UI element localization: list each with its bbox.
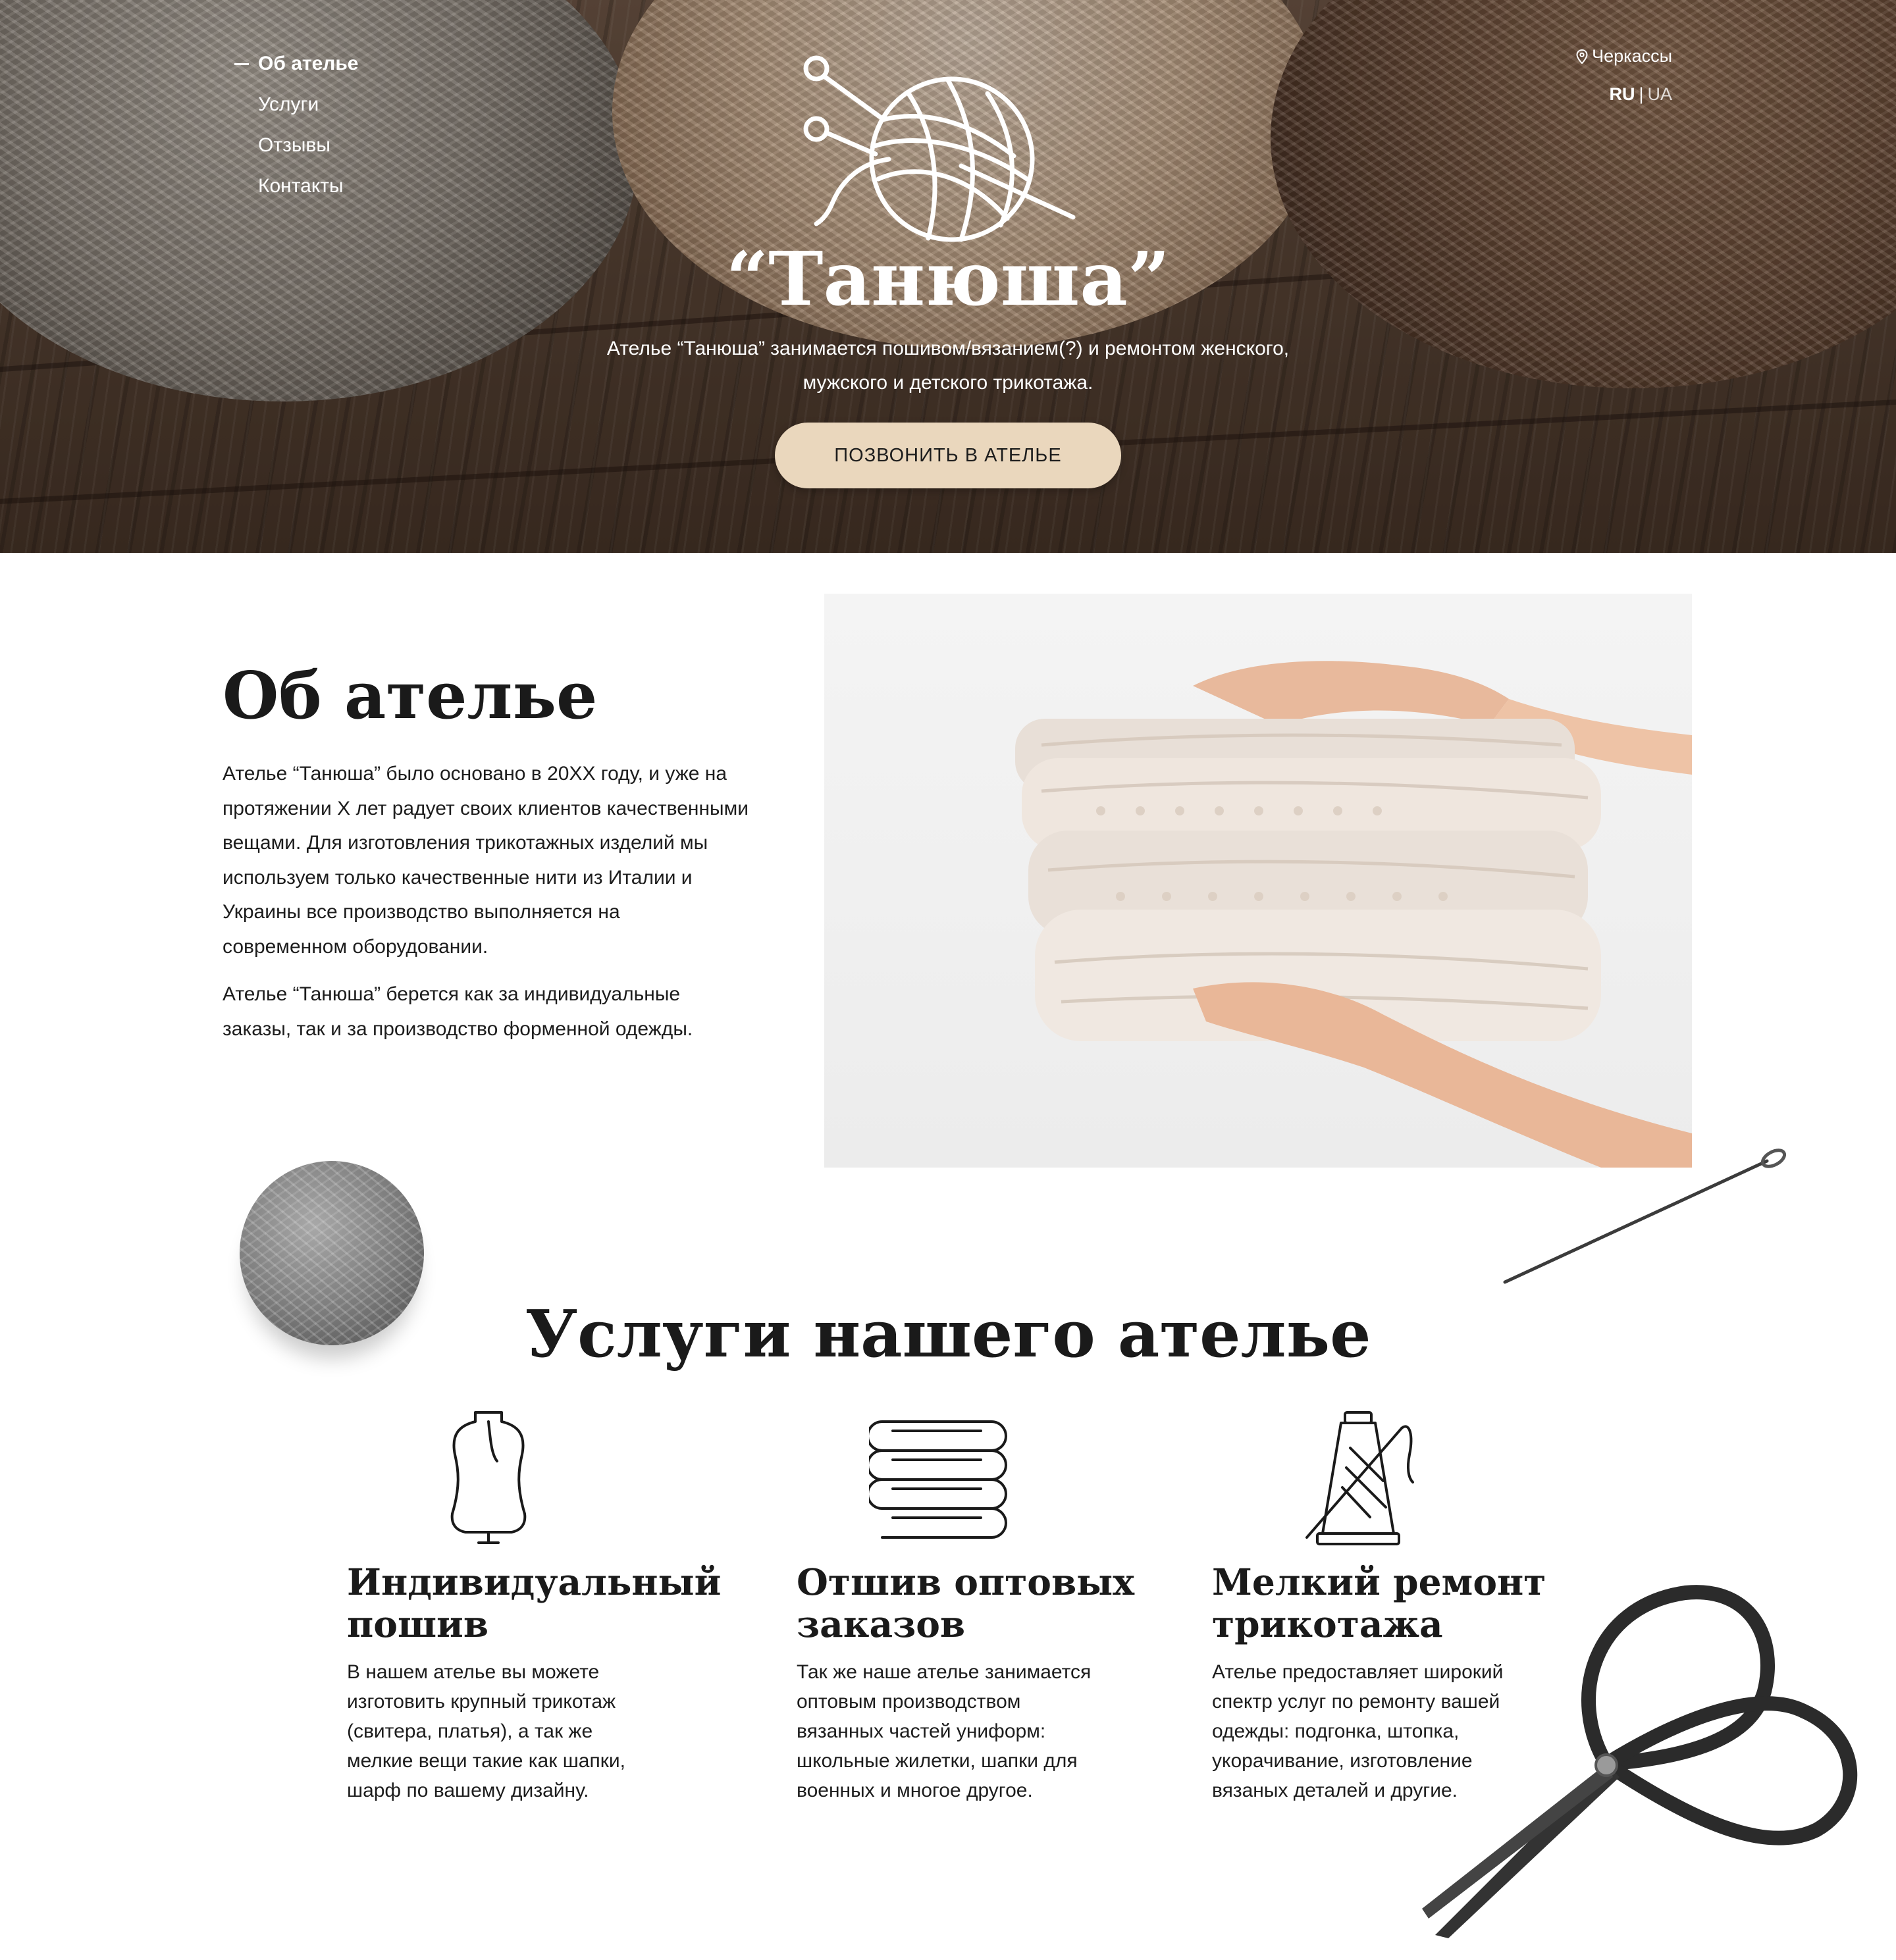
about-line: современном оборудовании. — [223, 935, 488, 958]
about-title: Об ателье — [223, 658, 598, 734]
service-title-line: Отшив оптовых — [797, 1560, 1135, 1603]
service-description: Так же наше ателье занимается оптовым пр… — [797, 1657, 1139, 1805]
location-link[interactable]: Черкассы — [1576, 46, 1672, 66]
service-title-line: пошив — [347, 1603, 489, 1645]
brand-name: “Танюша” — [725, 236, 1171, 322]
service-desc-line: военных и многое другое. — [797, 1780, 1033, 1801]
service-desc-line: (свитера, платья), а так же — [347, 1720, 593, 1742]
service-description: В нашем ателье вы можете изготовить круп… — [347, 1657, 689, 1805]
service-title: Отшив оптовых заказов — [797, 1561, 1139, 1645]
lang-ru[interactable]: RU — [1609, 84, 1635, 104]
service-icon-wrapper — [797, 1408, 1139, 1553]
hero-description: Ателье “Танюша” занимается пошивом/вязан… — [553, 332, 1343, 400]
service-desc-line: мелкие вещи такие как шапки, — [347, 1750, 625, 1772]
about-line: заказы, так и за производство форменной … — [223, 1018, 693, 1040]
services-title: Услуги нашего ателье — [525, 1297, 1371, 1372]
nav-item-contacts[interactable]: Контакты — [234, 166, 358, 207]
service-desc-line: В нашем ателье вы можете — [347, 1661, 600, 1683]
hero-description-line: мужского и детского трикотажа. — [803, 372, 1093, 394]
about-line: Ателье “Танюша” берется как за индивидуа… — [223, 983, 681, 1005]
service-desc-line: Так же наше ателье занимается — [797, 1661, 1092, 1683]
language-switcher: RU | UA — [1609, 84, 1672, 105]
main-nav: Об ателье Услуги Отзывы Контакты — [234, 43, 358, 207]
service-desc-line: вязанных частей униформ: — [797, 1720, 1046, 1742]
folded-sweaters-illustration — [1015, 661, 1692, 1168]
nav-item-services[interactable]: Услуги — [234, 84, 358, 125]
service-card-wholesale: Отшив оптовых заказов Так же наше ателье… — [797, 1408, 1139, 1805]
folded-sweaters-photo — [824, 594, 1692, 1168]
scissors-photo — [1422, 1585, 1858, 1938]
service-icon-wrapper — [347, 1408, 689, 1553]
service-title: Индивидуальный пошив — [347, 1561, 721, 1645]
service-title-line: заказов — [797, 1603, 966, 1645]
folded-clothes-stack-icon — [869, 1420, 1007, 1539]
service-icon-wrapper — [1212, 1408, 1554, 1553]
service-desc-line: оптовым производством — [797, 1691, 1021, 1713]
service-card-individual: Индивидуальный пошив В нашем ателье вы м… — [347, 1408, 721, 1805]
hero-description-line: Ателье “Танюша” занимается пошивом/вязан… — [606, 338, 1290, 359]
hero-section: Об ателье Услуги Отзывы Контакты Черкасс… — [0, 0, 1896, 553]
about-paragraph: Ателье “Танюша” берется как за индивидуа… — [223, 977, 802, 1046]
about-line: протяжении X лет радует своих клиентов к… — [223, 797, 749, 819]
about-line: Украины все производство выполняется на — [223, 901, 620, 923]
nav-item-reviews[interactable]: Отзывы — [234, 125, 358, 166]
about-paragraph: Ателье “Танюша” было основано в 20XX год… — [223, 757, 802, 964]
about-line: используем только качественные нити из И… — [223, 866, 693, 889]
about-line: Ателье “Танюша” было основано в 20XX год… — [223, 763, 727, 785]
sewing-needle-photo — [1503, 1148, 1787, 1284]
map-pin-icon — [1576, 49, 1588, 64]
lang-separator: | — [1639, 84, 1644, 104]
thread-spool-needle-icon — [1305, 1411, 1414, 1545]
about-line: вещами. Для изготовления трикотажных изд… — [223, 832, 708, 854]
call-atelier-button[interactable]: ПОЗВОНИТЬ В АТЕЛЬЕ — [775, 423, 1121, 488]
service-desc-line: школьные жилетки, шапки для — [797, 1750, 1078, 1772]
service-desc-line: изготовить крупный трикотаж — [347, 1691, 616, 1713]
about-text: Ателье “Танюша” было основано в 20XX год… — [223, 757, 802, 1060]
service-title-line: Индивидуальный — [347, 1560, 722, 1603]
lang-ua[interactable]: UA — [1647, 84, 1672, 104]
nav-item-about[interactable]: Об ателье — [234, 43, 358, 84]
service-desc-line: шарф по вашему дизайну. — [347, 1780, 589, 1801]
yarn-ball-knitting-needles-logo[interactable] — [797, 47, 1099, 245]
mannequin-icon — [450, 1411, 527, 1544]
location-label: Черкассы — [1592, 46, 1672, 66]
